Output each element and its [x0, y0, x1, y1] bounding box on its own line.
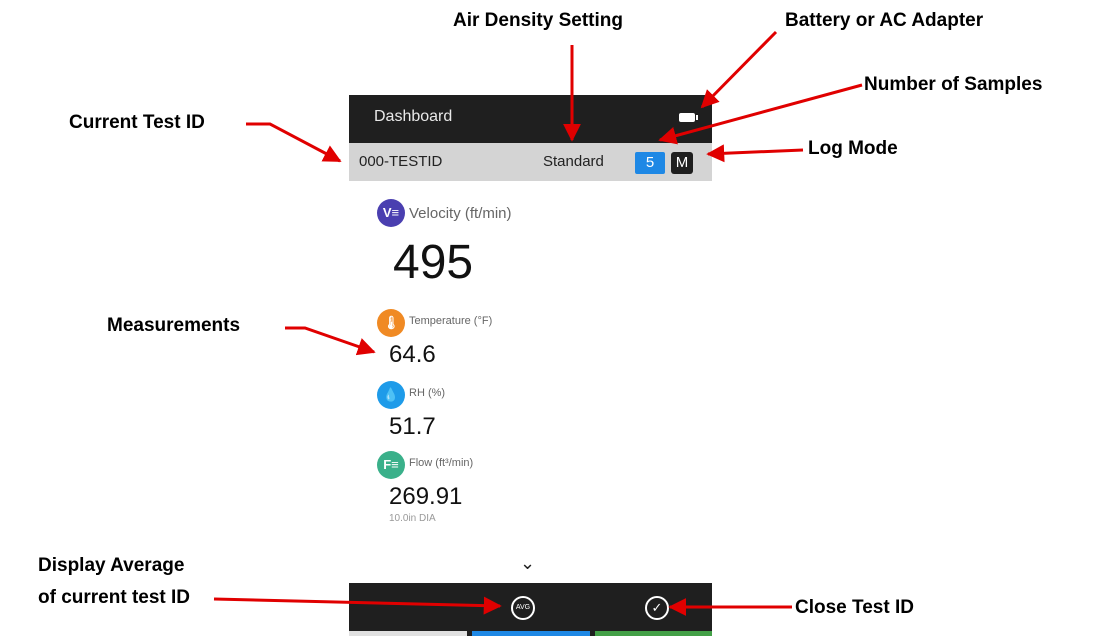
callout-log-mode: Log Mode — [808, 138, 898, 159]
measurement-label: Flow (ft³/min) — [409, 457, 474, 469]
flow-icon: F≡ — [377, 451, 405, 479]
measurement-label: Temperature (°F) — [409, 315, 493, 327]
sample-count-badge: 5 — [635, 152, 665, 174]
device-screen: Dashboard 000-TESTID Standard 5 M V≡ Vel… — [349, 95, 712, 636]
callout-current-test-id: Current Test ID — [69, 112, 205, 133]
battery-icon — [679, 113, 698, 122]
callout-measurements: Measurements — [107, 315, 241, 336]
droplet-icon: 💧 — [377, 381, 405, 409]
status-bar: 000-TESTID Standard 5 M — [349, 143, 712, 181]
arrow-log-mode — [706, 144, 804, 163]
callout-close-test-id: Close Test ID — [795, 597, 914, 618]
log-mode-badge: M — [671, 152, 693, 174]
measurement-value: 51.7 — [389, 413, 436, 440]
measurement-value: 269.91 — [389, 483, 463, 510]
callout-air-density-setting: Air Density Setting — [453, 10, 623, 31]
strip-segment-2 — [472, 631, 590, 636]
air-density-setting[interactable]: Standard — [543, 153, 604, 170]
strip-segment-1 — [349, 631, 467, 636]
measurement-label: RH (%) — [409, 387, 446, 399]
current-test-id[interactable]: 000-TESTID — [359, 153, 442, 170]
velocity-icon: V≡ — [377, 199, 405, 227]
bottom-bar: AVG ✓ — [349, 583, 712, 631]
chevron-down-icon[interactable]: ⌄ — [520, 553, 535, 574]
measurement-value: 495 — [393, 236, 474, 289]
measurement-value: 64.6 — [389, 341, 436, 368]
measurement-subtext: 10.0in DIA — [389, 513, 436, 524]
arrow-test-id — [246, 122, 342, 163]
callout-battery-or-ac: Battery or AC Adapter — [785, 10, 984, 31]
callout-display-average-line1: Display Average — [38, 555, 185, 576]
top-bar: Dashboard — [349, 95, 712, 143]
thermometer-icon: 🌡 — [377, 309, 405, 337]
measurement-label: Velocity (ft/min) — [409, 205, 512, 222]
arrow-battery — [700, 30, 778, 109]
callout-number-of-samples: Number of Samples — [864, 74, 1043, 95]
close-test-id-button[interactable]: ✓ — [645, 596, 669, 620]
measurements-panel: V≡ Velocity (ft/min) 495 🌡 Temperature (… — [349, 181, 712, 583]
strip-segment-3 — [595, 631, 712, 636]
callout-display-average-line2: of current test ID — [38, 587, 191, 608]
average-button[interactable]: AVG — [511, 596, 535, 620]
screen-title: Dashboard — [374, 108, 453, 125]
